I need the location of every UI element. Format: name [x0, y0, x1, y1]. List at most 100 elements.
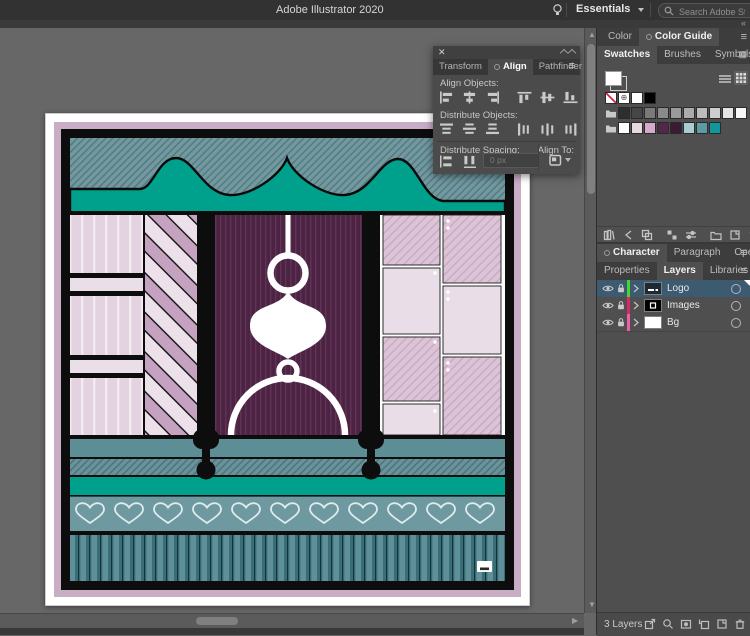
make-clipping-mask-icon[interactable]: [680, 618, 692, 630]
layer-name[interactable]: Bg: [667, 317, 679, 328]
new-layer-icon[interactable]: [716, 618, 728, 630]
layer-name[interactable]: Images: [667, 300, 700, 311]
panel-grid-icon[interactable]: ▦: [738, 49, 747, 60]
new-color-group-icon[interactable]: [710, 229, 722, 241]
swatch[interactable]: [683, 107, 695, 119]
tab-pathfinder[interactable]: Pathfinder: [533, 59, 588, 75]
tab-properties[interactable]: Properties: [597, 262, 657, 280]
horizontal-distribute-left-icon[interactable]: [516, 121, 532, 137]
swatch[interactable]: [657, 107, 669, 119]
scroll-right-arrow[interactable]: ▶: [572, 617, 578, 625]
fill-proxy[interactable]: [605, 71, 622, 86]
new-swatch-icon[interactable]: [729, 229, 741, 241]
panel-menu-icon[interactable]: ≡: [569, 60, 575, 72]
swatch[interactable]: [683, 122, 695, 134]
vertical-distribute-center-icon[interactable]: [461, 121, 477, 137]
tab-layers[interactable]: Layers: [656, 262, 703, 280]
layer-name[interactable]: Logo: [667, 283, 689, 294]
layer-thumbnail[interactable]: [644, 282, 662, 295]
lock-icon[interactable]: [615, 314, 627, 331]
search-input[interactable]: [677, 4, 747, 19]
tab-brushes[interactable]: Brushes: [657, 46, 708, 64]
horizontal-distribute-right-icon[interactable]: [562, 121, 578, 137]
tab-swatches[interactable]: Swatches: [597, 46, 658, 64]
vertical-align-top-icon[interactable]: [516, 89, 532, 105]
swatch[interactable]: [618, 122, 630, 134]
tab-character[interactable]: Character: [597, 244, 667, 262]
align-panel-titlebar[interactable]: ✕: [433, 46, 580, 60]
swatch[interactable]: [709, 107, 721, 119]
visibility-eye-icon[interactable]: [601, 297, 615, 314]
layer-row-logo[interactable]: Logo: [597, 280, 750, 298]
swatch-themes-icon[interactable]: [622, 229, 634, 241]
scroll-up-arrow[interactable]: ▲: [588, 31, 596, 39]
swatch-row-special[interactable]: ⊕: [605, 92, 656, 104]
spacing-value-dropdown[interactable]: 0 px: [483, 153, 539, 168]
collapse-dock-chevrons[interactable]: «: [741, 18, 746, 28]
vertical-distribute-bottom-icon[interactable]: [484, 121, 500, 137]
disclosure-chevron-icon[interactable]: [632, 314, 640, 331]
tab-align[interactable]: Align: [487, 59, 533, 75]
horizontal-distribute-space-icon[interactable]: [461, 153, 477, 169]
swatch-kinds-icon[interactable]: [666, 229, 678, 241]
tab-color-guide[interactable]: Color Guide: [638, 28, 720, 46]
swatch[interactable]: [735, 107, 747, 119]
disclosure-chevron-icon[interactable]: [632, 280, 640, 297]
swatch-libraries-icon[interactable]: [603, 229, 615, 241]
swatch-none[interactable]: [605, 92, 617, 104]
swatch[interactable]: [722, 107, 734, 119]
horizontal-scroll-thumb[interactable]: [196, 617, 238, 625]
lock-icon[interactable]: [615, 297, 627, 314]
collect-for-export-icon[interactable]: [644, 618, 656, 630]
swatch[interactable]: [631, 107, 643, 119]
layer-target-icon[interactable]: [731, 284, 741, 294]
horizontal-align-right-icon[interactable]: [484, 89, 500, 105]
artboard-artwork[interactable]: [45, 113, 530, 606]
align-to-button[interactable]: [548, 153, 571, 167]
vertical-scroll-thumb[interactable]: [587, 44, 595, 194]
delete-layer-icon[interactable]: [734, 618, 746, 630]
swatch[interactable]: [618, 107, 630, 119]
swatch-row-grays[interactable]: [605, 107, 747, 119]
horizontal-scrollbar[interactable]: ▶: [0, 613, 584, 629]
swatch-row-theme[interactable]: [605, 122, 721, 134]
swatch-black[interactable]: [644, 92, 656, 104]
layer-target-icon[interactable]: [731, 301, 741, 311]
panel-menu-icon[interactable]: ≡: [741, 265, 747, 277]
swatch[interactable]: [631, 122, 643, 134]
new-sublayer-icon[interactable]: [698, 618, 710, 630]
tab-paragraph[interactable]: Paragraph: [667, 244, 728, 262]
horizontal-align-center-icon[interactable]: [461, 89, 477, 105]
swatch[interactable]: [670, 122, 682, 134]
panel-menu-icon[interactable]: ≡: [741, 247, 747, 259]
layer-row-bg[interactable]: Bg: [597, 314, 750, 332]
swatch-white[interactable]: [631, 92, 643, 104]
swatch-options-icon[interactable]: [685, 229, 697, 241]
layer-thumbnail[interactable]: [644, 316, 662, 329]
visibility-eye-icon[interactable]: [601, 280, 615, 297]
panel-menu-icon[interactable]: ≡: [741, 31, 747, 43]
locate-object-icon[interactable]: [662, 618, 674, 630]
artboard[interactable]: [45, 113, 530, 606]
tab-transform[interactable]: Transform: [433, 59, 488, 75]
list-view-icon[interactable]: [719, 74, 731, 84]
swatch[interactable]: [644, 122, 656, 134]
workspace-switcher[interactable]: Essentials: [576, 3, 645, 15]
vertical-distribute-top-icon[interactable]: [438, 121, 454, 137]
tab-color[interactable]: Color: [601, 28, 639, 46]
swatch[interactable]: [657, 122, 669, 134]
swatch[interactable]: [696, 107, 708, 119]
grid-view-icon[interactable]: [734, 71, 748, 85]
layer-thumbnail[interactable]: [644, 299, 662, 312]
layer-row-images[interactable]: Images: [597, 297, 750, 315]
horizontal-align-left-icon[interactable]: [438, 89, 454, 105]
lock-icon[interactable]: [615, 280, 627, 297]
horizontal-distribute-center-icon[interactable]: [539, 121, 555, 137]
lightbulb-icon[interactable]: [551, 3, 564, 17]
swatch-link-icon[interactable]: [641, 229, 653, 241]
close-icon[interactable]: ✕: [438, 47, 446, 58]
layer-target-icon[interactable]: [731, 318, 741, 328]
vertical-distribute-space-icon[interactable]: [438, 153, 454, 169]
vertical-align-center-icon[interactable]: [539, 89, 555, 105]
swatch[interactable]: [696, 122, 708, 134]
